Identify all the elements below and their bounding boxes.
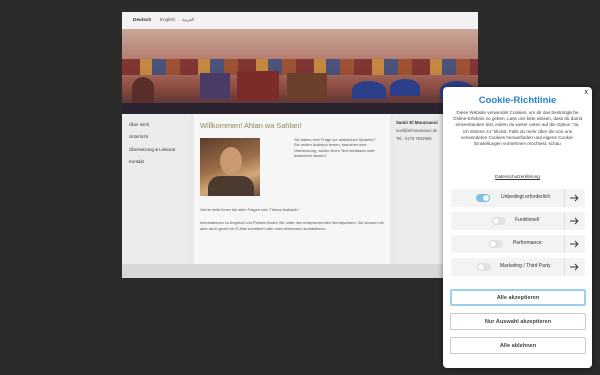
website-page: Deutsch English العربية Über mich Unterr… <box>122 12 478 278</box>
arrow-right-icon <box>570 240 579 248</box>
page-title: Willkommen! Ahlan wa Sahlan! <box>200 121 302 130</box>
nav-item-lessons[interactable]: Unterricht <box>129 134 148 139</box>
nav-item-contact[interactable]: Kontakt <box>129 159 144 164</box>
cookie-dialog: x Cookie-Richtlinie Diese Website verwen… <box>443 87 592 368</box>
language-bar: Deutsch English العربية <box>122 12 478 29</box>
arrow-right-icon <box>570 263 579 271</box>
cookie-description: Diese Website verwendet Cookies, um dir … <box>453 110 582 147</box>
nav-item-about[interactable]: Über mich <box>129 122 149 127</box>
lang-arabic-link[interactable]: العربية <box>182 17 195 23</box>
toggle-knob <box>493 218 499 224</box>
category-label: Funktionell <box>515 217 540 223</box>
category-label: Performance <box>513 240 542 246</box>
accept-selection-button[interactable]: Nur Auswahl akzeptieren <box>450 313 586 330</box>
lang-german-link[interactable]: Deutsch <box>133 17 151 22</box>
portrait-photo <box>200 138 260 196</box>
sidebar-nav: Über mich Unterricht Übersetzung & Lekto… <box>122 114 190 278</box>
cookie-category-marketing: Marketing / Third Party <box>451 258 585 276</box>
banner-rug <box>237 71 279 101</box>
header-banner-image <box>122 29 478 114</box>
expand-marketing-button[interactable] <box>564 258 585 276</box>
cookie-category-functional: Funktionell <box>451 212 585 230</box>
expand-functional-button[interactable] <box>564 212 585 230</box>
portrait-face <box>220 147 242 175</box>
body-paragraph: Informationen zu Angebot und Preisen fin… <box>200 220 384 231</box>
toggle-knob <box>490 241 496 247</box>
necessary-toggle[interactable] <box>476 194 490 202</box>
portrait-shirt <box>208 176 254 196</box>
toggle-knob <box>478 264 484 270</box>
body-paragraph: Gerne helfe ihnen bei allen Fragen zum T… <box>200 207 299 212</box>
banner-rug <box>200 73 230 99</box>
expand-performance-button[interactable] <box>564 235 585 253</box>
category-label: Unbedingt erforderlich <box>501 194 551 200</box>
banner-umbrella <box>352 81 386 99</box>
marketing-toggle[interactable] <box>477 263 491 271</box>
arrow-right-icon <box>570 194 579 202</box>
functional-toggle[interactable] <box>492 217 506 225</box>
contact-phone: Tel.: 0176 7642965 <box>396 136 432 141</box>
contact-name: Samir El Moussaoui <box>396 120 438 125</box>
banner-ground <box>122 103 478 114</box>
main-content: Willkommen! Ahlan wa Sahlan! Sie haben e… <box>194 114 390 278</box>
cookie-category-performance: Performance <box>451 235 585 253</box>
lang-english-link[interactable]: English <box>160 17 175 22</box>
toggle-knob <box>483 195 489 201</box>
privacy-policy-link[interactable]: Datenschutzerklärung <box>443 174 592 179</box>
banner-umbrella <box>390 79 420 96</box>
cookie-title: Cookie-Richtlinie <box>478 95 557 106</box>
contact-email-link[interactable]: mail@elmoussaoui.de <box>396 128 437 133</box>
accept-all-button[interactable]: Alle akzeptieren <box>450 289 586 306</box>
reject-all-button[interactable]: Alle ablehnen <box>450 337 586 354</box>
banner-rug <box>287 73 327 101</box>
footer <box>122 264 478 278</box>
performance-toggle[interactable] <box>489 240 503 248</box>
intro-text: Sie haben eine Frage zur arabischen Spra… <box>294 137 376 159</box>
expand-necessary-button[interactable] <box>564 189 585 207</box>
arrow-right-icon <box>570 217 579 225</box>
nav-item-translation[interactable]: Übersetzung & Lektorat <box>129 147 175 152</box>
cookie-category-necessary: Unbedingt erforderlich <box>451 189 585 207</box>
category-label: Marketing / Third Party <box>500 263 551 269</box>
